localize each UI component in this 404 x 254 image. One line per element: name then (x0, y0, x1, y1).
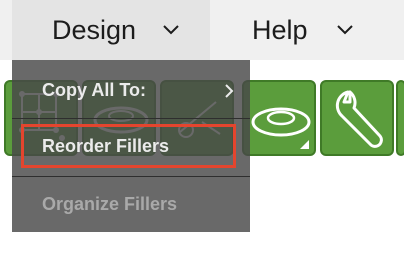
menu-divider (12, 176, 250, 177)
tool-wrench[interactable] (320, 80, 394, 156)
chevron-down-icon (163, 25, 179, 35)
menu-item-label: Reorder Fillers (42, 135, 170, 156)
tool-filler-menu[interactable] (242, 80, 316, 156)
menu-item-reorder-fillers[interactable]: Reorder Fillers (12, 130, 250, 162)
submenu-triangle-icon (300, 140, 309, 149)
menu-item-label: Organize Fillers (42, 193, 178, 214)
design-dropdown-menu: Copy All To: Reorder Fillers Organize Fi… (12, 60, 250, 232)
menu-item-label: Copy All To: (42, 79, 146, 100)
chevron-down-icon (336, 25, 353, 35)
chevron-right-icon (225, 84, 234, 98)
app-window: Design Help Copy All To: Reorder Fillers… (0, 0, 404, 254)
menu-design[interactable]: Design (12, 0, 210, 60)
menu-item-copy-all-to[interactable]: Copy All To: (12, 74, 250, 106)
tool-partial[interactable] (396, 80, 404, 156)
menu-divider (12, 118, 250, 119)
wrench-icon (335, 90, 383, 148)
menu-help[interactable]: Help (226, 0, 386, 60)
menu-item-organize-fillers[interactable]: Organize Fillers (12, 188, 250, 220)
menu-design-label: Design (52, 14, 137, 45)
menu-help-label: Help (252, 14, 308, 45)
menu-bar: Design Help (0, 0, 404, 60)
